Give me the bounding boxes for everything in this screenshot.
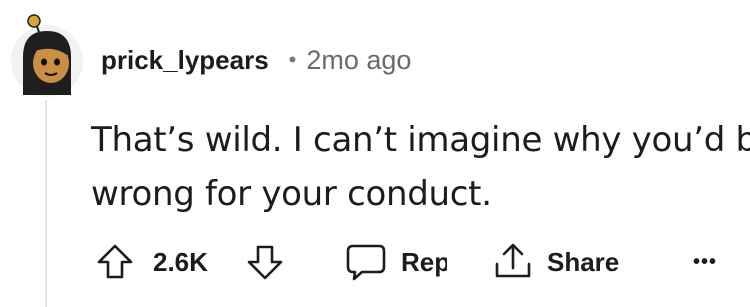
thread-line	[45, 100, 47, 307]
speech-bubble-icon	[346, 244, 386, 281]
timestamp[interactable]: 2mo ago	[306, 45, 411, 76]
share-button[interactable]: Share	[493, 237, 619, 287]
comment-body: That’s wild. I can’t imagine why you’d b…	[91, 113, 750, 221]
avatar[interactable]	[9, 13, 86, 98]
arrow-down-icon	[247, 245, 283, 280]
reply-button[interactable]: Reply	[345, 237, 447, 287]
share-label: Share	[547, 246, 620, 277]
vote-count: 2.6K	[153, 237, 208, 287]
ellipsis-icon: •••	[693, 250, 718, 273]
comment-actions: 2.6K Reply Share •••	[95, 237, 750, 287]
comment-line: That’s wild. I can’t imagine why you’d b…	[91, 120, 750, 160]
reply-label: Reply	[401, 246, 447, 277]
separator-dot: •	[288, 47, 297, 72]
downvote-button[interactable]	[245, 237, 285, 287]
comment-line: wrong for your conduct.	[91, 174, 492, 214]
comment-header: prick_lypears • 2mo ago	[101, 42, 411, 78]
arrow-up-icon	[97, 244, 133, 279]
more-options-button[interactable]: •••	[693, 237, 717, 287]
upvote-button[interactable]	[95, 237, 135, 287]
username-link[interactable]: prick_lypears	[101, 45, 269, 76]
vote-count-label: 2.6K	[153, 246, 208, 277]
share-icon	[495, 243, 531, 278]
avatar-image	[11, 14, 83, 97]
